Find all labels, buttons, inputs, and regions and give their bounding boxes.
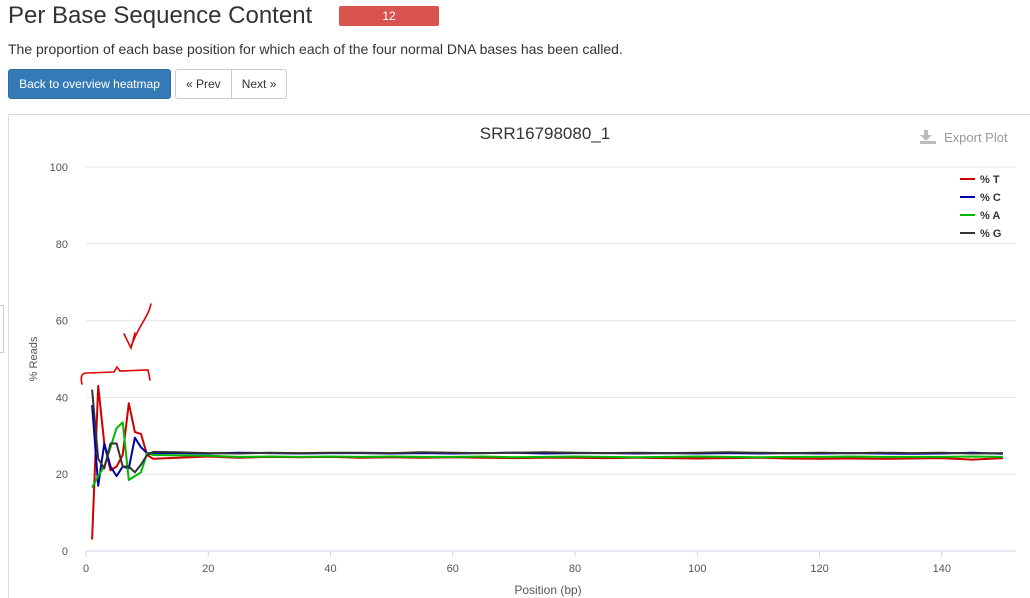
y-tick-label: 80 — [56, 239, 68, 251]
chart-title: SRR16798080_1 — [480, 124, 610, 143]
series-line-a[interactable] — [91, 421, 1003, 489]
y-tick-label: 60 — [56, 316, 68, 328]
legend-label: % A — [980, 210, 1000, 222]
series-line-g[interactable] — [91, 389, 1003, 474]
hand-drawn-annotation — [80, 303, 152, 385]
y-axis-label: % Reads — [28, 336, 40, 381]
grid-lines — [86, 166, 1016, 552]
legend-item[interactable]: % A — [960, 210, 1000, 222]
x-tick-label: 100 — [688, 563, 706, 575]
legend-label: % C — [980, 192, 1001, 204]
series-line-t[interactable] — [91, 384, 1003, 540]
series-line-c[interactable] — [91, 405, 1003, 487]
x-tick-label: 0 — [83, 563, 89, 575]
export-plot-label: Export Plot — [944, 130, 1008, 145]
export-plot-button[interactable]: Export Plot — [920, 130, 1008, 145]
x-tick-label: 40 — [324, 563, 336, 575]
y-tick-label: 0 — [62, 546, 68, 558]
legend-item[interactable]: % G — [960, 228, 1001, 240]
x-tick-label: 60 — [447, 563, 459, 575]
x-tick-label: 20 — [202, 563, 214, 575]
download-icon — [920, 130, 936, 144]
y-tick-label: 40 — [56, 392, 68, 404]
legend-item[interactable]: % C — [960, 192, 1001, 204]
legend: % T % C % A % G — [960, 174, 1001, 240]
legend-label: % G — [980, 228, 1001, 240]
legend-label: % T — [980, 174, 1000, 186]
sequence-content-chart: 0 20 40 60 80 100 0 20 40 60 80 100 120 140 % T % C % A… — [28, 124, 1016, 597]
y-tick-label: 100 — [50, 162, 68, 174]
x-axis-label: Position (bp) — [514, 583, 581, 597]
series-lines — [91, 384, 1003, 540]
x-tick-label: 80 — [569, 563, 581, 575]
y-tick-label: 20 — [56, 469, 68, 481]
legend-item[interactable]: % T — [960, 174, 1000, 186]
x-tick-label: 120 — [810, 563, 828, 575]
axes: 0 20 40 60 80 100 0 20 40 60 80 100 120 140 — [50, 162, 1016, 575]
x-tick-label: 140 — [933, 563, 951, 575]
